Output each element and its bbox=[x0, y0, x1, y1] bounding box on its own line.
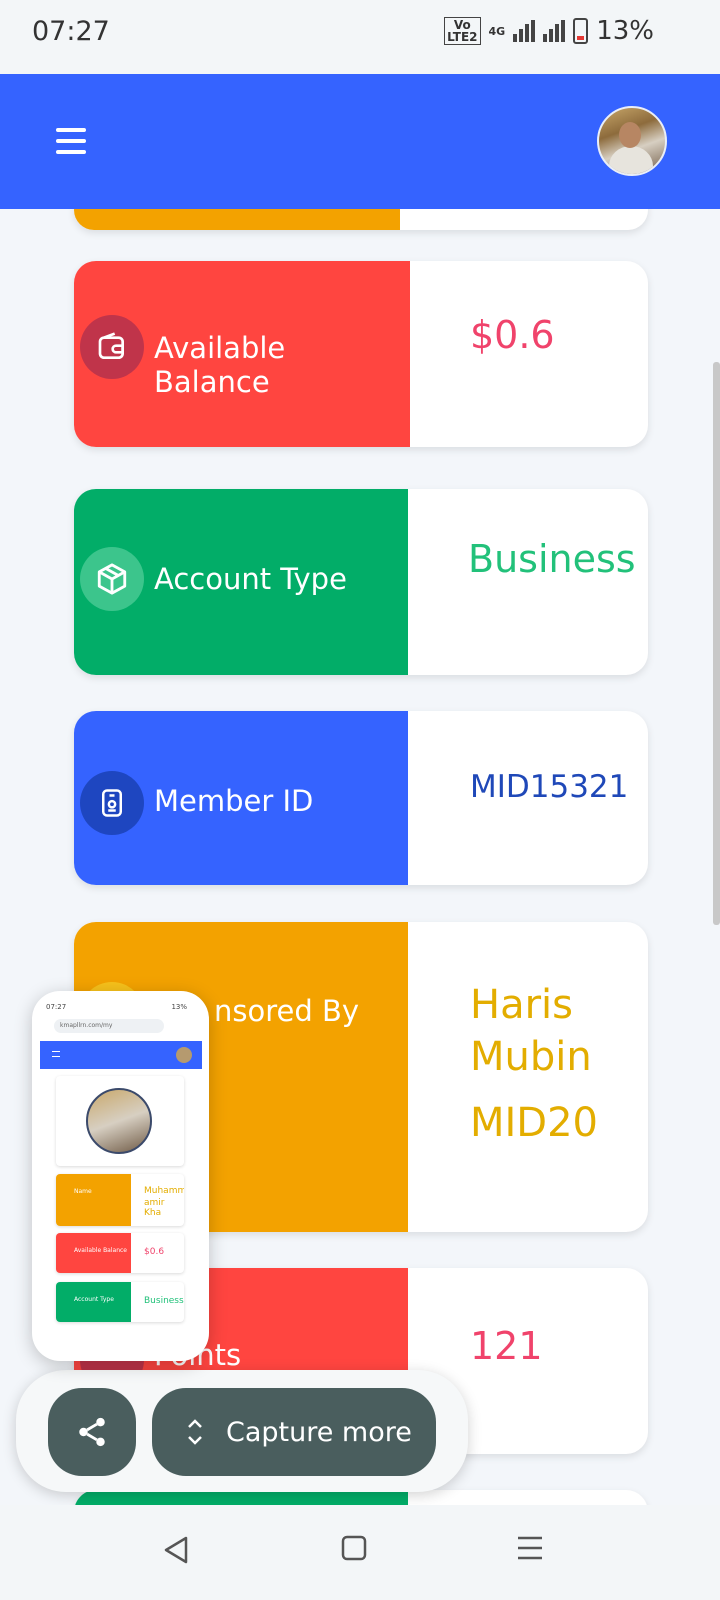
id-badge-icon bbox=[80, 771, 144, 835]
home-square-icon[interactable] bbox=[341, 1535, 367, 1565]
page-scrollbar[interactable] bbox=[713, 362, 720, 925]
member-id-value: MID15321 bbox=[470, 769, 629, 805]
back-triangle-icon[interactable] bbox=[162, 1535, 190, 1569]
system-nav-bar bbox=[0, 1505, 720, 1600]
thumb-status-time: 07:27 bbox=[46, 1003, 67, 1011]
thumb-balance-label: Available Balance bbox=[56, 1233, 131, 1273]
card-left-panel: Account Type bbox=[74, 489, 408, 675]
network-type-label: 4G bbox=[488, 24, 506, 38]
thumb-name-value-2: amir Kha bbox=[144, 1198, 165, 1218]
volte-icon: Vo LTE2 bbox=[444, 17, 481, 45]
status-time: 07:27 bbox=[32, 16, 110, 47]
balance-value: $0.6 bbox=[470, 313, 555, 357]
sponsor-id-value: MID20 bbox=[470, 1100, 599, 1146]
card-label: Account Type bbox=[154, 562, 347, 596]
status-icons: Vo LTE2 4G 13% bbox=[444, 16, 654, 46]
sponsor-name-line1: Haris bbox=[470, 982, 573, 1028]
wallet-icon bbox=[80, 315, 144, 379]
points-value: 121 bbox=[470, 1324, 543, 1368]
sponsor-name-line2: Mubin bbox=[470, 1034, 592, 1080]
thumb-name-value-1: Muhamm bbox=[144, 1186, 184, 1196]
thumb-header bbox=[40, 1041, 202, 1069]
thumb-balance-value: $0.6 bbox=[144, 1247, 165, 1257]
thumb-name-card: Name Muhamm amir Kha bbox=[56, 1174, 184, 1226]
volte-bottom-label: LTE2 bbox=[447, 30, 478, 44]
battery-icon bbox=[573, 18, 589, 44]
account-type-value: Business bbox=[468, 537, 636, 581]
cube-icon bbox=[80, 547, 144, 611]
thumb-battery: 13% bbox=[171, 1003, 187, 1011]
thumb-name-label: Name bbox=[56, 1174, 131, 1226]
screenshot-action-bar: Capture more bbox=[16, 1370, 468, 1492]
thumb-profile-card bbox=[56, 1076, 184, 1166]
thumb-account-value: Business bbox=[144, 1296, 184, 1306]
card-left-panel: Available Balance bbox=[74, 261, 410, 447]
expand-vertical-icon bbox=[186, 1417, 204, 1447]
card-label: nsored By bbox=[214, 994, 360, 1028]
share-button[interactable] bbox=[48, 1388, 136, 1476]
signal-icon-2 bbox=[543, 20, 566, 42]
card-label: Member ID bbox=[154, 784, 314, 818]
card-label: Available Balance bbox=[154, 331, 286, 399]
hamburger-menu-icon[interactable] bbox=[56, 128, 86, 154]
battery-percent: 13% bbox=[596, 16, 654, 46]
capture-more-button[interactable]: Capture more bbox=[152, 1388, 436, 1476]
app-header bbox=[0, 74, 720, 209]
card-left-panel: Member ID bbox=[74, 711, 408, 885]
menu-lines-icon[interactable] bbox=[516, 1535, 544, 1565]
thumb-account-label: Account Type bbox=[56, 1282, 131, 1322]
share-icon bbox=[79, 1417, 105, 1447]
member-id-card[interactable]: Member ID MID15321 bbox=[74, 711, 648, 885]
thumb-url-bar: kmapllrn.com/my bbox=[54, 1019, 164, 1033]
status-bar: 07:27 Vo LTE2 4G 13% bbox=[0, 0, 720, 74]
screenshot-thumbnail[interactable]: 07:27 13% kmapllrn.com/my Name Muhamm am… bbox=[32, 991, 209, 1361]
thumb-balance-card: Available Balance $0.6 bbox=[56, 1233, 184, 1273]
thumb-account-card: Account Type Business bbox=[56, 1282, 184, 1322]
capture-more-label: Capture more bbox=[226, 1416, 412, 1448]
signal-icon bbox=[513, 20, 536, 42]
user-avatar[interactable] bbox=[597, 106, 667, 176]
available-balance-card[interactable]: Available Balance $0.6 bbox=[74, 261, 648, 447]
account-type-card[interactable]: Account Type Business bbox=[74, 489, 648, 675]
